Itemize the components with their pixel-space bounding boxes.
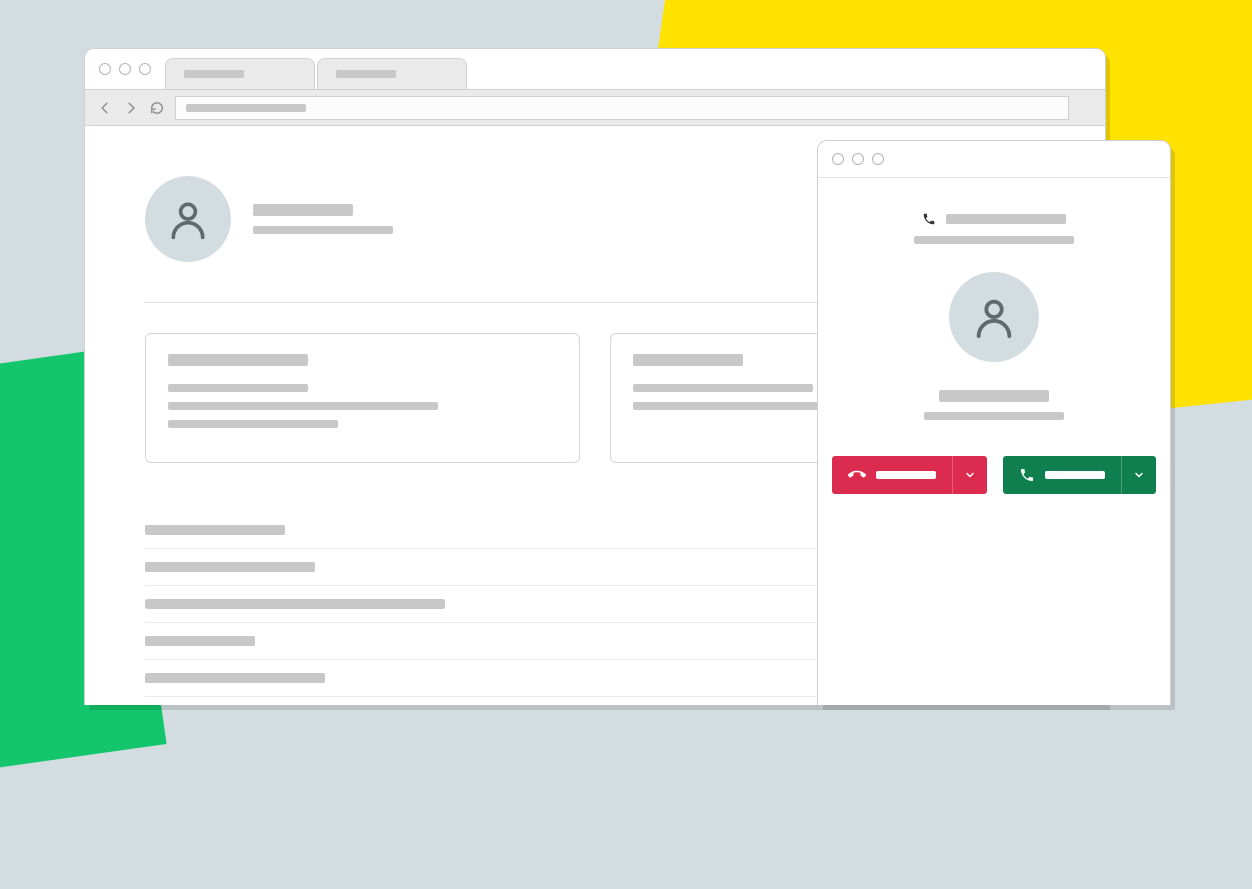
caller-subtitle (924, 412, 1064, 420)
info-card (145, 333, 580, 463)
maximize-icon[interactable] (139, 63, 151, 75)
address-bar-value (186, 104, 306, 112)
forward-icon[interactable] (123, 100, 139, 116)
window-controls (818, 141, 898, 177)
accept-button[interactable] (1003, 456, 1156, 494)
card-row (168, 384, 308, 392)
chevron-down-icon (964, 469, 976, 481)
call-header-line2 (914, 236, 1074, 244)
card-heading (168, 354, 308, 366)
close-icon[interactable] (832, 153, 844, 165)
tab-label (184, 70, 244, 78)
browser-toolbar (85, 90, 1105, 126)
browser-tab[interactable] (165, 58, 315, 89)
card-heading (633, 354, 743, 366)
decline-dropdown[interactable] (952, 456, 987, 494)
card-row (168, 402, 438, 410)
close-icon[interactable] (99, 63, 111, 75)
address-bar[interactable] (175, 96, 1069, 120)
card-row (633, 402, 823, 410)
profile-title (253, 204, 353, 216)
decline-button-label (876, 471, 936, 479)
browser-tab[interactable] (317, 58, 467, 89)
caller-name (939, 390, 1049, 402)
accept-dropdown[interactable] (1121, 456, 1156, 494)
caller-avatar (949, 272, 1039, 362)
list-item-label (145, 673, 325, 683)
call-header-line1 (946, 214, 1066, 224)
person-icon (166, 197, 210, 241)
list-item-label (145, 599, 445, 609)
tab-label (336, 70, 396, 78)
chevron-down-icon (1133, 469, 1145, 481)
list-item-label (145, 525, 285, 535)
card-row (633, 384, 813, 392)
phone-icon (1019, 467, 1035, 483)
person-icon (971, 294, 1017, 340)
call-action-buttons (832, 456, 1156, 494)
call-popup-window (817, 140, 1169, 704)
card-row (168, 420, 338, 428)
maximize-icon[interactable] (872, 153, 884, 165)
accept-button-label (1045, 471, 1105, 479)
list-item-label (145, 562, 315, 572)
popup-content (818, 178, 1170, 494)
list-item-label (145, 636, 255, 646)
profile-subtitle (253, 226, 393, 234)
tab-strip (85, 49, 1105, 90)
hangup-icon (848, 466, 866, 484)
phone-icon (922, 212, 936, 226)
minimize-icon[interactable] (119, 63, 131, 75)
minimize-icon[interactable] (852, 153, 864, 165)
window-controls (85, 49, 165, 89)
decline-button[interactable] (832, 456, 987, 494)
popup-titlebar (818, 141, 1170, 178)
reload-icon[interactable] (149, 100, 165, 116)
avatar (145, 176, 231, 262)
back-icon[interactable] (97, 100, 113, 116)
